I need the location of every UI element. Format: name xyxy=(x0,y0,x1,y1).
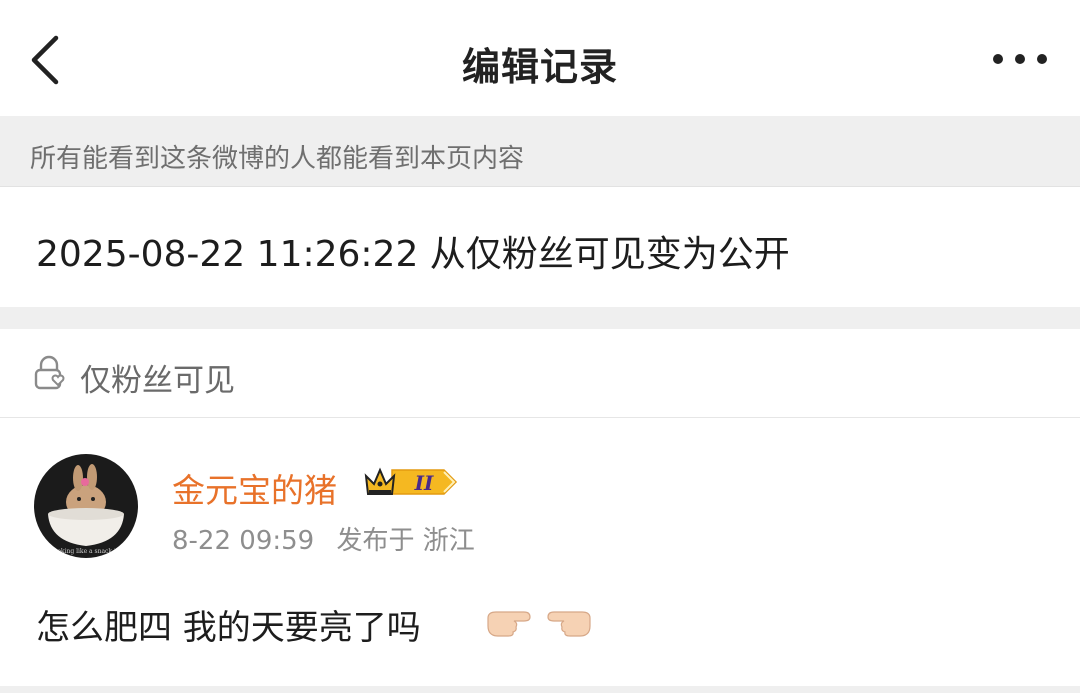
bunny-avatar-image: looking like a snack th xyxy=(34,454,138,558)
more-dots-icon xyxy=(993,54,1047,64)
notice-text: 所有能看到这条微博的人都能看到本页内容 xyxy=(30,144,525,174)
post-location: 发布于 浙江 xyxy=(336,526,475,556)
lock-heart-icon xyxy=(34,355,65,390)
post-content: 怎么肥四 我的天要亮了吗 xyxy=(36,608,421,648)
bottom-divider xyxy=(0,686,1080,693)
section-divider xyxy=(0,307,1080,329)
weibo-post: looking like a snack th 金元宝的猪 II 8-22 09… xyxy=(0,418,1080,686)
author-name[interactable]: 金元宝的猪 xyxy=(172,464,337,512)
edit-record-text: 2025-08-22 11:26:22 从仅粉丝可见变为公开 xyxy=(36,234,790,275)
avatar-caption: looking like a snack th xyxy=(52,548,121,555)
crown-badge-icon: II xyxy=(364,467,458,495)
badge-level-text: II xyxy=(414,471,434,495)
hand-pointing-right-icon xyxy=(484,604,536,640)
more-options-button[interactable] xyxy=(990,44,1050,74)
member-badge[interactable]: II xyxy=(362,464,458,500)
hand-pointing-left-icon xyxy=(542,604,594,640)
edit-record-item: 2025-08-22 11:26:22 从仅粉丝可见变为公开 xyxy=(0,187,1080,307)
post-meta: 8-22 09:59 发布于 浙江 xyxy=(172,520,489,557)
visibility-label: 仅粉丝可见 xyxy=(80,363,235,399)
top-navigation-bar: 编辑记录 xyxy=(0,0,1080,116)
avatar[interactable]: looking like a snack th xyxy=(34,454,138,558)
post-time: 8-22 09:59 xyxy=(172,526,315,556)
visibility-row: 仅粉丝可见 xyxy=(0,329,1080,418)
visibility-notice: 所有能看到这条微博的人都能看到本页内容 xyxy=(0,116,1080,187)
page-title: 编辑记录 xyxy=(461,45,618,89)
